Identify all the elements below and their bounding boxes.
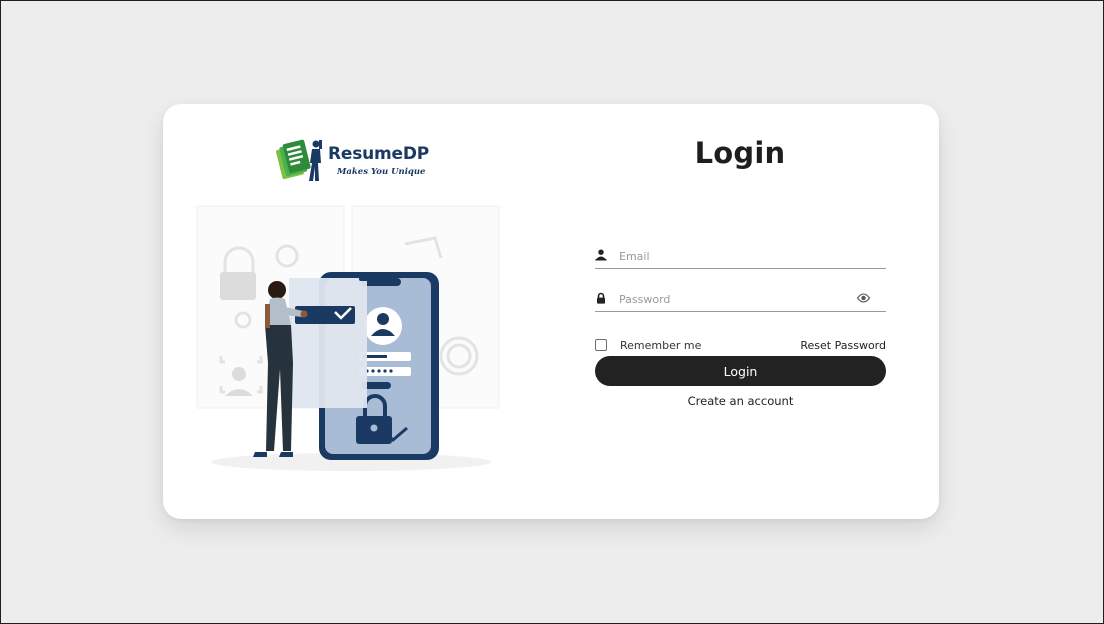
brand-name: ResumeDP [328,144,430,164]
user-icon [595,249,607,261]
email-input[interactable] [619,247,849,265]
password-input[interactable] [619,290,849,308]
login-card: ResumeDP Makes You Unique Login Email Re… [163,104,939,519]
reset-password-link[interactable]: Reset Password [786,339,886,352]
remember-checkbox[interactable] [595,339,607,351]
create-account-link[interactable]: Create an account [595,394,886,408]
remember-me[interactable]: Remember me [595,338,701,352]
brand-tagline: Makes You Unique [337,167,426,177]
secure-login-illustration-icon [196,205,500,471]
eye-icon[interactable] [857,293,870,303]
email-field[interactable] [595,246,886,269]
page-title: Login [694,136,786,170]
resume-logo-icon [276,139,322,181]
password-field[interactable] [595,289,886,312]
remember-label: Remember me [620,338,702,352]
brand-logo: ResumeDP Makes You Unique [275,134,435,190]
lock-icon [597,292,605,304]
login-button[interactable]: Login [595,356,886,386]
